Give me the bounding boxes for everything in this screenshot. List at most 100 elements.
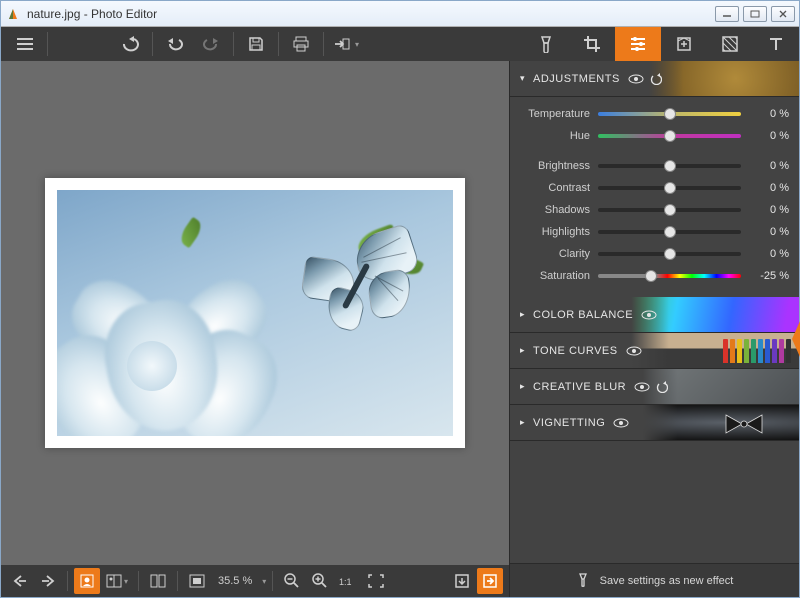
- slider-value: 0 %: [749, 160, 789, 172]
- expand-icon: ▸: [520, 417, 525, 428]
- app-window: nature.jpg - Photo Editor: [0, 0, 800, 598]
- section-creative-blur[interactable]: ▸ CREATIVE BLUR: [510, 369, 799, 405]
- tab-text[interactable]: [753, 27, 799, 61]
- slider-thumb[interactable]: [664, 204, 676, 216]
- print-button[interactable]: [283, 27, 319, 61]
- split-view-button[interactable]: ▾: [102, 568, 132, 594]
- slider-track[interactable]: [598, 134, 741, 138]
- slider-label: Hue: [520, 130, 590, 142]
- section-color-balance[interactable]: ▸ COLOR BALANCE: [510, 297, 799, 333]
- expand-icon: ▸: [520, 345, 525, 356]
- zoom-in-button[interactable]: [307, 568, 333, 594]
- close-button[interactable]: [771, 6, 795, 22]
- section-title: CREATIVE BLUR: [533, 381, 626, 393]
- section-adjustments[interactable]: ▾ ADJUSTMENTS: [510, 61, 799, 97]
- slider-label: Highlights: [520, 226, 590, 238]
- slider-value: 0 %: [749, 108, 789, 120]
- slider-track[interactable]: [598, 112, 741, 116]
- expand-icon: ▸: [520, 309, 525, 320]
- slider-value: 0 %: [749, 130, 789, 142]
- window-buttons: [715, 6, 795, 22]
- slider-thumb[interactable]: [664, 248, 676, 260]
- visibility-icon[interactable]: [613, 418, 629, 428]
- bottom-toolbar: ▾ 35.5 % ▾ 1:1: [1, 565, 509, 597]
- slider-label: Brightness: [520, 160, 590, 172]
- slider-track[interactable]: [598, 164, 741, 168]
- photo-canvas[interactable]: [45, 178, 465, 448]
- tool-tabs: [523, 27, 799, 61]
- reset-icon[interactable]: [650, 73, 662, 85]
- maximize-button[interactable]: [743, 6, 767, 22]
- slider-thumb[interactable]: [664, 160, 676, 172]
- section-title: VIGNETTING: [533, 417, 605, 429]
- window-fit-button[interactable]: [145, 568, 171, 594]
- minimize-button[interactable]: [715, 6, 739, 22]
- section-title: TONE CURVES: [533, 345, 618, 357]
- tab-effects[interactable]: [523, 27, 569, 61]
- save-effect-label: Save settings as new effect: [600, 575, 734, 587]
- visibility-icon[interactable]: [641, 310, 657, 320]
- fullscreen-button[interactable]: [363, 568, 389, 594]
- next-image-button[interactable]: [35, 568, 61, 594]
- section-title: COLOR BALANCE: [533, 309, 633, 321]
- zoom-level: 35.5 %: [212, 575, 258, 587]
- import-button[interactable]: [449, 568, 475, 594]
- slider-track[interactable]: [598, 230, 741, 234]
- slider-track[interactable]: [598, 186, 741, 190]
- reset-icon[interactable]: [656, 381, 668, 393]
- slider-temperature: Temperature0 %: [520, 103, 789, 125]
- sliders-group: Temperature0 % Hue 0 % Brightness 0 % Contras…: [510, 97, 799, 297]
- tab-layers[interactable]: [661, 27, 707, 61]
- redo-button[interactable]: [193, 27, 229, 61]
- slider-value: 0 %: [749, 204, 789, 216]
- slider-brightness: Brightness 0 %: [520, 155, 789, 177]
- undo-button[interactable]: [157, 27, 193, 61]
- collapse-icon: ▾: [520, 73, 525, 84]
- tab-adjust[interactable]: [615, 27, 661, 61]
- section-title: ADJUSTMENTS: [533, 73, 620, 85]
- slider-value: -25 %: [749, 270, 789, 282]
- visibility-icon[interactable]: [628, 74, 644, 84]
- slider-thumb[interactable]: [664, 226, 676, 238]
- slider-clarity: Clarity0 %: [520, 243, 789, 265]
- menu-button[interactable]: [7, 27, 43, 61]
- section-vignetting[interactable]: ▸ VIGNETTING: [510, 405, 799, 441]
- slider-track[interactable]: [598, 252, 741, 256]
- bowtie-decor: [724, 413, 764, 435]
- slider-thumb[interactable]: [664, 130, 676, 142]
- flask-icon: [576, 573, 590, 589]
- before-after-button[interactable]: [74, 568, 100, 594]
- adjustments-panel: ▾ ADJUSTMENTS Temperature0 %Hue0 %Bright…: [509, 61, 799, 597]
- slider-label: Shadows: [520, 204, 590, 216]
- save-effect-button[interactable]: Save settings as new effect: [510, 563, 799, 597]
- apply-button[interactable]: [477, 568, 503, 594]
- zoom-menu-caret[interactable]: ▾: [262, 577, 266, 586]
- slider-thumb[interactable]: [645, 270, 657, 282]
- top-toolbar: ▾: [1, 27, 799, 61]
- zoom-out-button[interactable]: [279, 568, 305, 594]
- app-body: ▾: [1, 27, 799, 597]
- visibility-icon[interactable]: [626, 346, 642, 356]
- slider-label: Contrast: [520, 182, 590, 194]
- svg-text:1:1: 1:1: [339, 577, 352, 587]
- slider-value: 0 %: [749, 226, 789, 238]
- tab-textures[interactable]: [707, 27, 753, 61]
- section-tone-curves[interactable]: ▸ TONE CURVES: [510, 333, 799, 369]
- slider-shadows: Shadows 0 %: [520, 199, 789, 221]
- slider-track[interactable]: [598, 208, 741, 212]
- save-button[interactable]: [238, 27, 274, 61]
- visibility-icon[interactable]: [634, 382, 650, 392]
- actual-size-button[interactable]: 1:1: [335, 568, 361, 594]
- canvas-area: ▾ 35.5 % ▾ 1:1: [1, 61, 509, 597]
- export-button[interactable]: ▾: [328, 27, 364, 61]
- slider-thumb[interactable]: [664, 108, 676, 120]
- canvas-viewport[interactable]: [1, 61, 509, 565]
- chevron-down-icon: ▾: [355, 40, 359, 49]
- prev-image-button[interactable]: [7, 568, 33, 594]
- tab-crop[interactable]: [569, 27, 615, 61]
- slider-label: Saturation: [520, 270, 590, 282]
- fit-screen-button[interactable]: [184, 568, 210, 594]
- slider-track[interactable]: [598, 274, 741, 278]
- undo-full-button[interactable]: [112, 27, 148, 61]
- slider-thumb[interactable]: [664, 182, 676, 194]
